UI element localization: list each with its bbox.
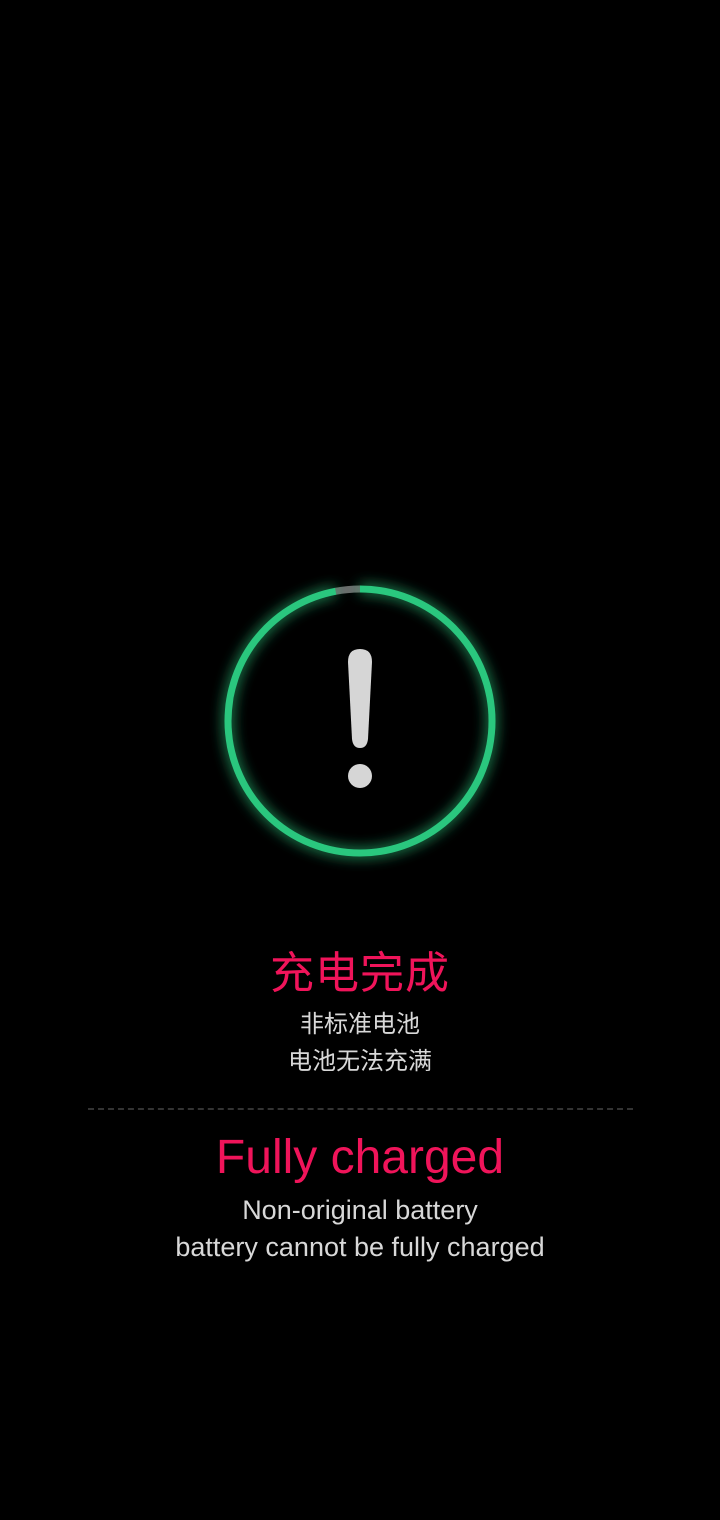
status-line2-en: battery cannot be fully charged (175, 1232, 545, 1262)
exclamation-icon (348, 649, 372, 788)
dashed-divider (88, 1108, 633, 1110)
charge-ring (220, 581, 500, 861)
charge-ring-graphic (224, 585, 496, 857)
status-title-cn: 充电完成 (270, 948, 450, 999)
status-line1-cn: 非标准电池 (300, 1010, 420, 1038)
status-title-en: Fully charged (215, 1131, 505, 1184)
status-line1-en: Non-original battery (242, 1195, 478, 1225)
charging-screen: 充电完成 非标准电池 电池无法充满 Fully charged Non-orig… (0, 0, 720, 1520)
status-line2-cn: 电池无法充满 (288, 1047, 432, 1075)
